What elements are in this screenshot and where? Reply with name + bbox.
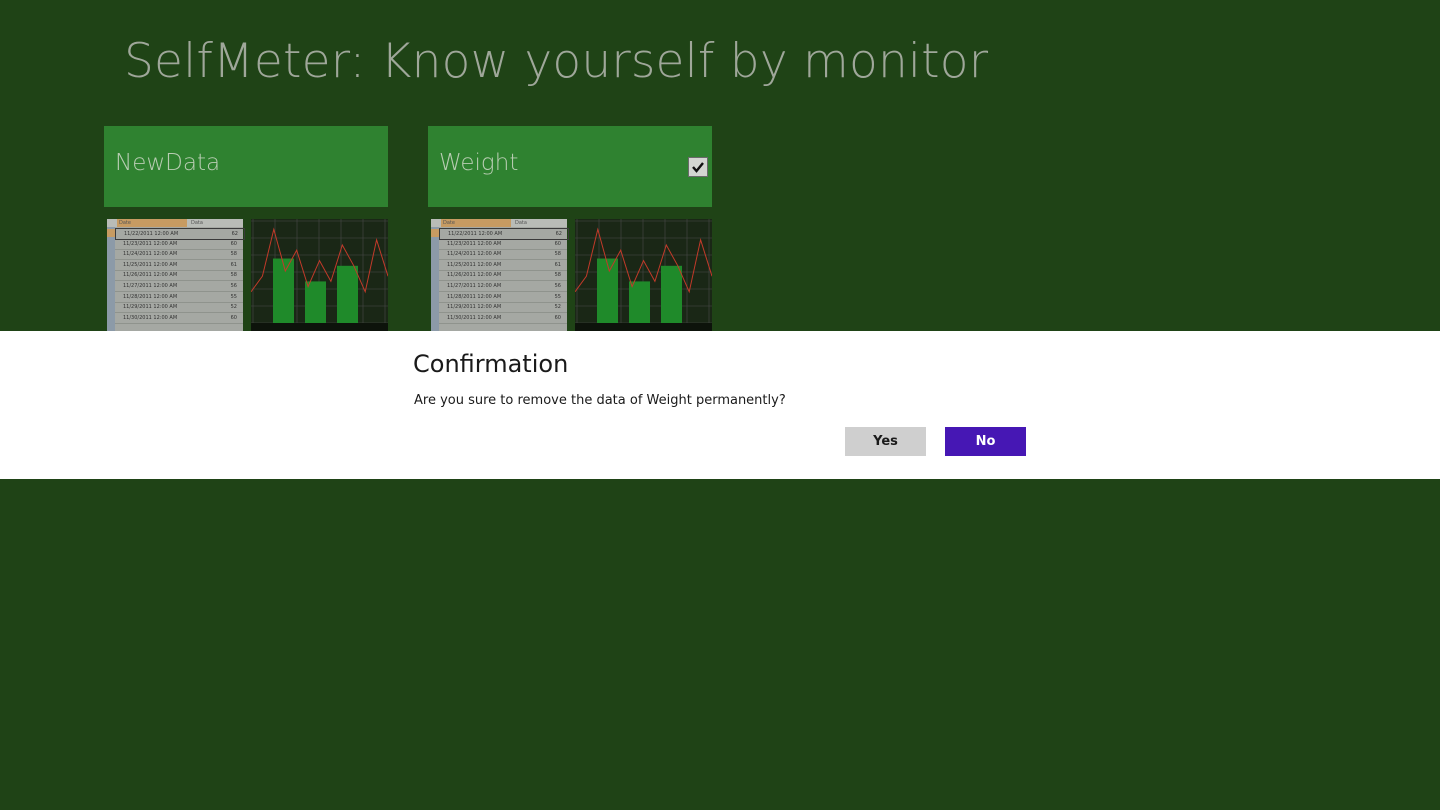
table-row: 11/23/2011 12:00 AM 60 <box>115 239 243 250</box>
row-value: 62 <box>555 231 562 237</box>
chart-bar <box>273 258 294 323</box>
checkmark-icon <box>692 162 704 173</box>
row-value: 60 <box>230 240 237 247</box>
row-value: 55 <box>554 293 561 300</box>
table-header-cell: Date <box>119 220 131 226</box>
chart-bar <box>661 265 682 323</box>
row-date: 11/26/2011 12:00 AM <box>123 272 178 279</box>
chart-bar <box>597 258 618 323</box>
table-row: 11/26/2011 12:00 AM 58 <box>439 270 567 282</box>
table-row: 11/27/2011 12:00 AM 56 <box>115 281 243 292</box>
row-date: 11/29/2011 12:00 AM <box>447 304 502 311</box>
row-date: 11/24/2011 12:00 AM <box>447 251 502 258</box>
preview-chart <box>251 219 388 331</box>
row-value: 61 <box>554 261 561 268</box>
row-value: 52 <box>230 304 237 311</box>
table-row: 11/29/2011 12:00 AM 52 <box>439 302 567 314</box>
row-date: 11/25/2011 12:00 AM <box>447 261 502 268</box>
row-date: 11/24/2011 12:00 AM <box>123 251 178 258</box>
preview-table: Date Data 11/22/2011 12:00 AM 62 11/23/2011 … <box>107 219 245 331</box>
row-date: 11/27/2011 12:00 AM <box>447 283 502 289</box>
dialog-title: Confirmation <box>413 350 569 378</box>
tile-preview-weight[interactable]: Date Data 11/22/2011 12:00 AM 62 11/23/2011 … <box>428 219 712 331</box>
table-row: 11/30/2011 12:00 AM 60 <box>115 313 243 324</box>
row-value: 61 <box>230 261 237 268</box>
yes-button[interactable]: Yes <box>845 427 926 456</box>
row-value: 58 <box>230 251 237 258</box>
chart-baseline <box>575 323 712 331</box>
row-date: 11/25/2011 12:00 AM <box>123 261 178 268</box>
table-row: 11/25/2011 12:00 AM 61 <box>115 260 243 271</box>
preview-chart <box>575 219 712 331</box>
row-value: 52 <box>554 304 561 311</box>
table-row: 11/25/2011 12:00 AM 61 <box>439 260 567 271</box>
tile-label: Weight <box>439 150 519 176</box>
table-row: 11/27/2011 12:00 AM 56 <box>439 281 567 292</box>
tile-weight[interactable]: Weight <box>428 126 712 207</box>
row-value: 58 <box>554 251 561 258</box>
no-button[interactable]: No <box>945 427 1026 456</box>
table-row: 11/24/2011 12:00 AM 58 <box>439 249 567 261</box>
chart-baseline <box>251 323 388 331</box>
row-date: 11/22/2011 12:00 AM <box>124 231 179 237</box>
row-value: 55 <box>230 293 237 300</box>
table-row: 11/24/2011 12:00 AM 58 <box>115 249 243 261</box>
row-date: 11/22/2011 12:00 AM <box>448 231 503 237</box>
table-header: Date Data <box>431 219 567 227</box>
preview-table: Date Data 11/22/2011 12:00 AM 62 11/23/2011 … <box>431 219 569 331</box>
row-value: 56 <box>554 283 561 289</box>
app-title: SelfMeter: Know yourself by monitor <box>124 34 989 89</box>
table-header-cell: Data <box>191 220 203 226</box>
row-date: 11/30/2011 12:00 AM <box>447 314 502 321</box>
row-value: 60 <box>554 314 561 321</box>
table-row: 11/28/2011 12:00 AM 55 <box>439 292 567 303</box>
row-date: 11/23/2011 12:00 AM <box>447 240 502 247</box>
row-value: 56 <box>230 283 237 289</box>
selected-checkbox[interactable] <box>688 157 708 177</box>
chart-bar <box>337 265 358 323</box>
row-value: 60 <box>554 240 561 247</box>
row-value: 62 <box>231 231 238 237</box>
table-row: 11/28/2011 12:00 AM 55 <box>115 292 243 303</box>
row-date: 11/29/2011 12:00 AM <box>123 304 178 311</box>
row-date: 11/27/2011 12:00 AM <box>123 283 178 289</box>
row-value: 58 <box>554 272 561 279</box>
tile-label: NewData <box>115 150 221 176</box>
row-date: 11/30/2011 12:00 AM <box>123 314 178 321</box>
table-row: 11/30/2011 12:00 AM 60 <box>439 313 567 324</box>
row-date: 11/23/2011 12:00 AM <box>123 240 178 247</box>
table-header-cell: Data <box>515 220 527 226</box>
table-header: Date Data <box>107 219 243 227</box>
row-date: 11/26/2011 12:00 AM <box>447 272 502 279</box>
table-header-cell: Date <box>443 220 455 226</box>
dialog-message: Are you sure to remove the data of Weigh… <box>414 393 786 408</box>
row-value: 58 <box>230 272 237 279</box>
table-row: 11/23/2011 12:00 AM 60 <box>439 239 567 250</box>
row-date: 11/28/2011 12:00 AM <box>123 293 178 300</box>
row-date: 11/28/2011 12:00 AM <box>447 293 502 300</box>
table-row: 11/29/2011 12:00 AM 52 <box>115 302 243 314</box>
row-value: 60 <box>230 314 237 321</box>
table-row: 11/26/2011 12:00 AM 58 <box>115 270 243 282</box>
tile-preview-newdata[interactable]: Date Data 11/22/2011 12:00 AM 62 11/23/2011 … <box>104 219 388 331</box>
tile-newdata[interactable]: NewData <box>104 126 388 207</box>
